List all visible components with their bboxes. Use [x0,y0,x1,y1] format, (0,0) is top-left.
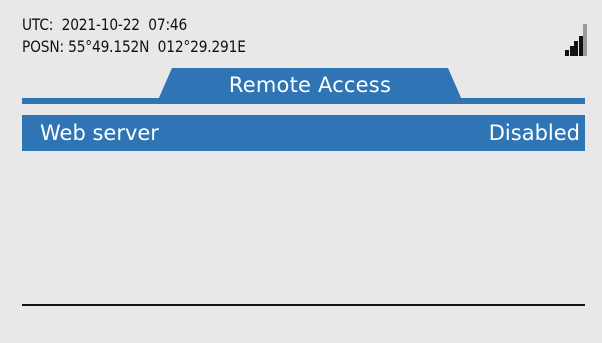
tab-underline [22,98,585,104]
utc-value: 2021-10-22 07:46 [61,15,188,34]
tab-remote-access[interactable]: Remote Access [158,68,462,100]
utc-time: UTC: 2021-10-22 07:46 [22,16,187,34]
tab-label: Remote Access [228,73,392,97]
signal-bar [578,36,583,56]
position-readout: POSN: 55°49.152N 012°29.291E [22,38,246,56]
menu-item-label: Web server [40,121,159,145]
bottom-divider [22,304,585,306]
signal-strength-icon [565,20,587,56]
posn-value: 55°49.152N 012°29.291E [68,37,246,56]
signal-bar [565,50,569,56]
signal-bar [574,41,578,56]
menu-item-value: Disabled [488,121,580,145]
menu-item-web-server[interactable]: Web server Disabled [22,115,585,151]
device-screen: UTC: 2021-10-22 07:46 POSN: 55°49.152N 0… [0,0,602,343]
posn-label: POSN: [22,37,64,56]
utc-label: UTC: [22,15,54,34]
signal-bar [569,46,574,56]
signal-bar [583,24,587,56]
